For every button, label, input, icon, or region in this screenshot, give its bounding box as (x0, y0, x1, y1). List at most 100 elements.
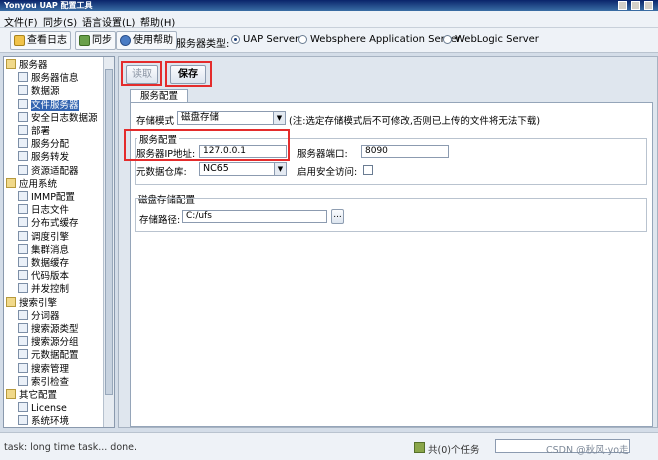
radio-unchecked-icon (298, 35, 307, 44)
radio-websphere[interactable]: Websphere Application Server (298, 34, 461, 45)
view-log-button[interactable]: 查看日志 (10, 31, 71, 50)
data-cache-icon (18, 257, 28, 267)
tree-item-label: 其它配置 (19, 390, 58, 401)
tree-group-9[interactable]: 应用系统 (6, 177, 57, 191)
status-bar: task: long time task... done. 共(0)个任务 CS… (0, 432, 658, 460)
tree-item-7[interactable]: 服务转发 (18, 151, 69, 164)
port-label: 服务器端口: (297, 149, 348, 160)
tree-scrollbar[interactable] (103, 57, 114, 427)
status-message: task: long time task... done. (4, 442, 138, 453)
help-icon (120, 35, 131, 46)
nav-tree: 服务器 服务器信息 数据源 文件服务器 安全日志数据源 部署 服务分配 服务转发 资源适配器 应用… (3, 56, 115, 428)
tree-group-18[interactable]: 搜索引擎 (6, 296, 58, 310)
tree-item-20[interactable]: 搜索源类型 (18, 323, 79, 336)
folder-icon (6, 296, 16, 307)
menu-sync[interactable]: 同步(S) (43, 14, 77, 29)
ip-label: 服务器IP地址: (136, 149, 196, 160)
tab-service-config[interactable]: 服务配置 (130, 89, 188, 103)
tree-item-label: 代码版本 (31, 271, 70, 283)
storage-mode-select[interactable]: 磁盘存储 ▼ (177, 111, 286, 125)
close-icon[interactable] (644, 1, 653, 10)
deploy-icon (18, 125, 28, 135)
tree-item-16[interactable]: 代码版本 (18, 270, 69, 283)
tree-item-5[interactable]: 部署 (18, 125, 50, 138)
window-titlebar: Yonyou UAP 配置工具 (0, 0, 658, 11)
storage-path-label: 存储路径: (139, 215, 181, 226)
tree-item-13[interactable]: 调度引擎 (18, 230, 70, 244)
task-icon (414, 442, 425, 453)
save-button[interactable]: 保存 (170, 65, 206, 84)
secure-access-label: 启用安全访问: (297, 167, 358, 178)
tree-item-10[interactable]: IMMP配置 (18, 191, 75, 204)
service-assign-icon (18, 138, 28, 149)
maximize-icon[interactable] (631, 1, 640, 10)
tree-group-25[interactable]: 其它配置 (6, 389, 57, 402)
tree-item-1[interactable]: 服务器信息 (18, 72, 79, 85)
tree-item-label: 部署 (31, 126, 51, 137)
tree-item-label: 索引检查 (31, 376, 70, 388)
tree-item-11[interactable]: 日志文件 (18, 204, 69, 217)
tree-item-label: 集群消息 (31, 244, 70, 256)
help-button[interactable]: 使用帮助 (116, 31, 177, 50)
server-icon (18, 72, 28, 83)
tree-item-label: IMMP配置 (31, 192, 75, 203)
sync-button[interactable]: 同步 (75, 31, 116, 50)
radio-uap-server[interactable]: UAP Server (231, 34, 299, 45)
radio-weblogic[interactable]: WebLogic Server (443, 34, 539, 45)
menu-language[interactable]: 语言设置(L) (82, 14, 135, 29)
tree-item-17[interactable]: 并发控制 (18, 283, 69, 296)
tree-item-label: 数据缓存 (31, 258, 70, 269)
tree-item-14[interactable]: 集群消息 (18, 243, 70, 257)
tree-item-22[interactable]: 元数据配置 (18, 349, 79, 362)
menu-help[interactable]: 帮助(H) (140, 14, 175, 29)
page-icon (18, 375, 28, 386)
port-input[interactable]: 8090 (361, 145, 449, 158)
tree-group-0[interactable]: 服务器 (6, 59, 48, 72)
tree-item-24[interactable]: 索引检查 (18, 375, 70, 389)
tree-item-21[interactable]: 搜索源分组 (18, 336, 79, 349)
tree-item-2[interactable]: 数据源 (18, 85, 60, 98)
tree-item-label: 数据源 (31, 86, 60, 98)
folder-icon (6, 389, 16, 399)
storage-mode-note: (注:选定存储模式后不可修改,否则已上传的文件将无法下载) (289, 116, 541, 127)
secure-access-checkbox[interactable] (363, 165, 373, 175)
radio-unchecked-icon (443, 35, 452, 44)
read-button[interactable]: 读取 (126, 65, 158, 84)
tree-item-label: 服务器 (19, 60, 48, 71)
task-count: 共(0)个任务 (414, 442, 479, 456)
tree-item-19[interactable]: 分词器 (18, 309, 60, 323)
tree-item-4[interactable]: 安全日志数据源 (18, 111, 98, 125)
browse-button[interactable]: ... (331, 209, 344, 224)
tree-item-label: 搜索管理 (31, 363, 70, 375)
tree-item-27[interactable]: 系统环境 (18, 415, 69, 427)
ip-input[interactable]: 127.0.0.1 (199, 145, 287, 158)
log-icon (14, 35, 25, 46)
menu-file[interactable]: 文件(F) (4, 14, 38, 29)
tree-item-label: License (31, 403, 67, 415)
database-icon (18, 85, 28, 96)
tree-item-12[interactable]: 分布式缓存 (18, 217, 79, 230)
tree-item-label: 元数据配置 (31, 350, 79, 362)
log-file-icon (18, 204, 28, 215)
tree-item-6[interactable]: 服务分配 (18, 138, 69, 151)
schedule-icon (18, 230, 28, 241)
license-icon (18, 402, 28, 413)
meta-repo-label: 元数据仓库: (136, 167, 187, 178)
watermark: CSDN @秋风·yo走 (546, 445, 629, 456)
radio-checked-icon (231, 35, 240, 44)
scrollbar-thumb[interactable] (105, 69, 113, 395)
tree-item-8[interactable]: 资源适配器 (18, 164, 79, 178)
tree-item-3[interactable]: 文件服务器 (18, 98, 79, 112)
tree-item-23[interactable]: 搜索管理 (18, 362, 70, 376)
tree-item-26[interactable]: License (18, 402, 67, 415)
tree-item-15[interactable]: 数据缓存 (18, 257, 69, 270)
page-icon (18, 270, 28, 281)
page-icon (18, 349, 28, 360)
storage-path-input[interactable]: C:/ufs (182, 210, 327, 223)
resource-adapter-icon (18, 164, 28, 175)
tree-item-label: 搜索引擎 (19, 297, 58, 309)
tree-item-label: 调度引擎 (31, 231, 70, 243)
minimize-icon[interactable] (618, 1, 627, 10)
tree-item-label: 日志文件 (31, 205, 70, 217)
meta-repo-select[interactable]: NC65 ▼ (199, 162, 287, 176)
